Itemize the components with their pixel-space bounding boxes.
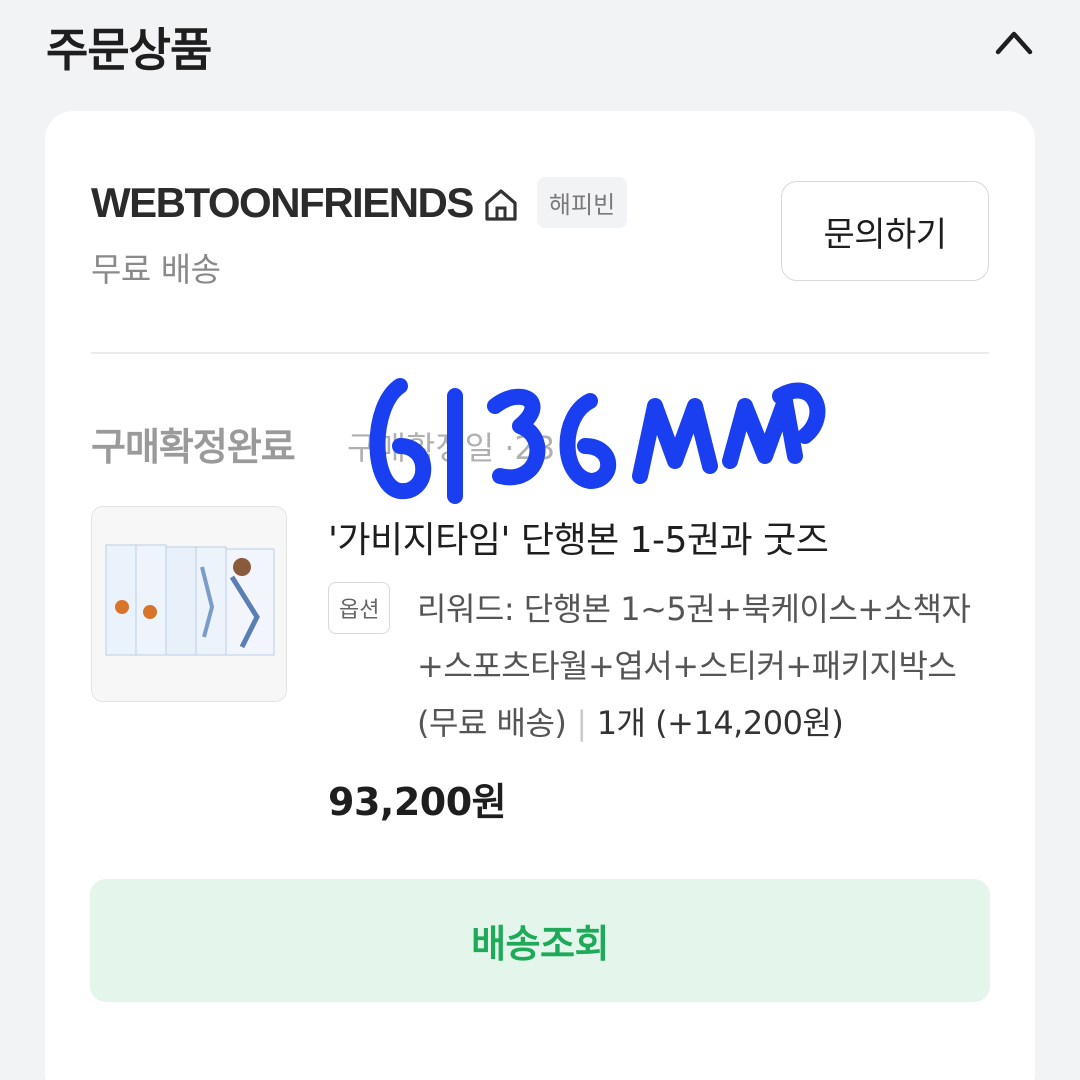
product-thumbnail[interactable] bbox=[91, 506, 287, 702]
seller-badge: 해피빈 bbox=[536, 177, 628, 228]
quantity-text: 1개 (+14,200원) bbox=[596, 704, 844, 742]
option-badge: 옵션 bbox=[328, 582, 391, 634]
track-delivery-button[interactable]: 배송조회 bbox=[90, 879, 990, 1002]
option-description: 리워드: 단행본 1~5권+북케이스+소책자+스포츠타월+엽서+스티커+패키지박… bbox=[417, 581, 997, 752]
home-icon[interactable] bbox=[481, 185, 521, 225]
order-card: WEBTOONFRIENDS 해피빈 무료 배송 문의하기 구매확정완료 구매확… bbox=[45, 111, 1035, 1080]
product-title[interactable]: '가비지타임' 단행본 1-5권과 굿즈 bbox=[328, 511, 829, 563]
divider bbox=[91, 352, 989, 354]
separator: | bbox=[576, 704, 587, 742]
seller-row: WEBTOONFRIENDS 해피빈 bbox=[91, 177, 628, 228]
order-status-sub: 구매확정일 ·23 · bbox=[347, 429, 576, 467]
chevron-up-icon[interactable] bbox=[992, 24, 1036, 60]
seller-name[interactable]: WEBTOONFRIENDS bbox=[91, 179, 474, 227]
inquiry-button[interactable]: 문의하기 bbox=[781, 181, 989, 281]
shipping-note: 무료 배송 bbox=[91, 250, 221, 289]
product-price: 93,200원 bbox=[328, 780, 507, 824]
section-header: 주문상품 bbox=[46, 10, 1036, 77]
section-title: 주문상품 bbox=[46, 23, 212, 77]
order-status: 구매확정완료 bbox=[91, 425, 296, 469]
